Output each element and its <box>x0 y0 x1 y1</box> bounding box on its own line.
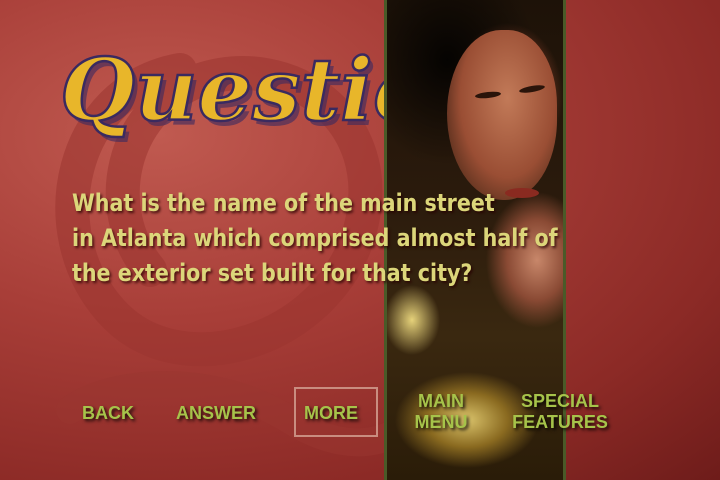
special-features-label-line-1: SPECIAL <box>520 391 599 411</box>
more-button[interactable]: MORE <box>304 403 358 424</box>
back-button[interactable]: BACK <box>82 403 134 424</box>
question-line-2: in Atlanta which comprised almost half o… <box>72 224 558 252</box>
question-text: What is the name of the main street in A… <box>72 186 558 291</box>
answer-button[interactable]: ANSWER <box>176 403 256 424</box>
special-features-button[interactable]: SPECIAL FEATURES <box>500 391 620 433</box>
main-menu-button[interactable]: MAIN MENU <box>406 391 476 433</box>
special-features-label-line-2: FEATURES <box>512 412 608 432</box>
question-line-3: the exterior set built for that city? <box>72 259 473 287</box>
title-text: Question <box>60 40 400 141</box>
dvd-menu-screen: Question Question What is the name of th… <box>0 0 720 480</box>
still-face <box>447 30 557 200</box>
menu-title: Question Question <box>59 39 400 142</box>
main-menu-label-line-1: MAIN <box>418 391 464 411</box>
question-line-1: What is the name of the main street <box>72 189 495 217</box>
main-menu-label-line-2: MENU <box>414 412 468 432</box>
